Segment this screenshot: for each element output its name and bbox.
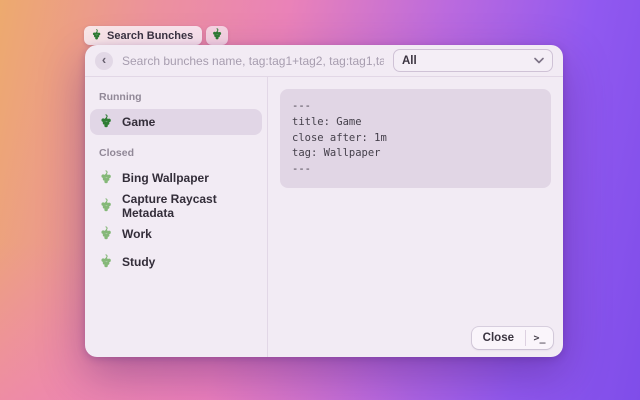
grape-bunch-icon: [99, 170, 113, 187]
bunch-item[interactable]: Work: [90, 221, 262, 247]
bunch-item-label: Bing Wallpaper: [122, 171, 209, 185]
close-button[interactable]: Close: [472, 327, 525, 349]
back-button[interactable]: ‹: [95, 52, 113, 70]
section-header: Closed: [90, 143, 262, 165]
bunch-item[interactable]: Bing Wallpaper: [90, 165, 262, 191]
grape-bunch-icon: [99, 254, 113, 271]
filter-dropdown-value: All: [402, 55, 417, 67]
bunches-app-icon: [211, 27, 223, 45]
chevron-left-icon: ‹: [102, 53, 106, 66]
bunch-list: Running Game Closed Bing Wallpaper Capture R…: [85, 77, 268, 357]
bunch-item-label: Capture Raycast Metadata: [122, 192, 253, 220]
grape-bunch-icon: [99, 226, 113, 243]
footer-actions: Close >_: [472, 327, 553, 349]
command-pill[interactable]: Search Bunches: [84, 26, 202, 45]
grape-bunch-icon: [99, 198, 113, 215]
grape-bunch-icon: [99, 114, 113, 131]
command-label: Search Bunches: [107, 30, 193, 42]
search-input[interactable]: Search bunches name, tag:tag1+tag2, tag:…: [122, 54, 384, 68]
terminal-icon[interactable]: >_: [526, 327, 553, 349]
bunch-item[interactable]: Game: [90, 109, 262, 135]
bunch-item-label: Game: [122, 115, 155, 129]
chevron-down-icon: [534, 55, 544, 67]
bunch-frontmatter-code: --- title: Game close after: 1m tag: Wal…: [280, 89, 551, 188]
launcher-command-bar: Search Bunches: [84, 26, 228, 45]
search-bunches-window: ‹ Search bunches name, tag:tag1+tag2, ta…: [85, 45, 563, 357]
bunches-app-badge[interactable]: [206, 26, 228, 45]
grape-bunch-icon: [91, 29, 102, 43]
bunch-item[interactable]: Capture Raycast Metadata: [90, 193, 262, 219]
bunch-detail-panel: --- title: Game close after: 1m tag: Wal…: [268, 77, 563, 357]
filter-dropdown[interactable]: All: [393, 49, 553, 72]
bunch-item[interactable]: Study: [90, 249, 262, 275]
search-header: ‹ Search bunches name, tag:tag1+tag2, ta…: [85, 45, 563, 77]
bunch-item-label: Work: [122, 227, 152, 241]
bunch-item-label: Study: [122, 255, 155, 269]
section-header: Running: [90, 87, 262, 109]
